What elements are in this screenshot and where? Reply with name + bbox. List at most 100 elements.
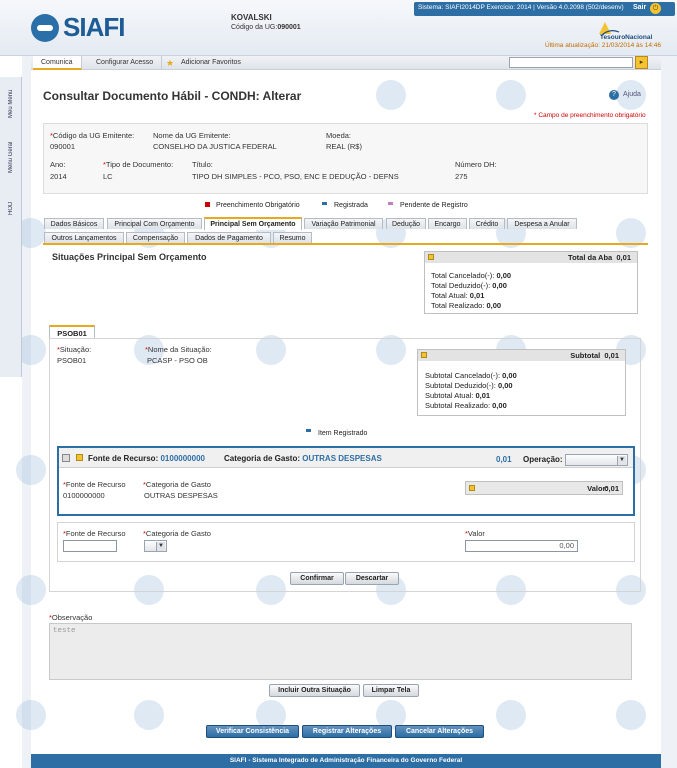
siafi-logo: SIAFI: [63, 12, 125, 42]
moeda-label: Moeda:: [326, 131, 352, 140]
tab-compensacao[interactable]: Compensação: [126, 232, 185, 243]
item-fonte: Fonte de Recurso: 0100000000: [88, 454, 205, 463]
sidebar-item-label: Menu Geral: [8, 141, 14, 173]
tab-deducao[interactable]: Dedução: [386, 218, 426, 229]
new-categoria-select[interactable]: ▼: [144, 540, 167, 552]
nome-ug-label: Nome da UG Emitente:: [153, 131, 231, 140]
total-aba-value: 0,01: [616, 253, 631, 262]
menu-adicionar-favoritos[interactable]: Adicionar Favoritos: [173, 56, 249, 70]
menu-configurar-acesso[interactable]: Configurar Acesso: [88, 56, 163, 70]
detail-fonte-value: 0100000000: [63, 491, 105, 500]
observacao-label: *Observação: [49, 613, 93, 622]
siafi-watermark-icon: [496, 80, 526, 110]
valor-box-value: 0,01: [604, 484, 619, 493]
limpar-tela-button[interactable]: Limpar Tela: [363, 684, 419, 697]
situacao-value: PSOB01: [57, 356, 87, 365]
tab-dados-basicos[interactable]: Dados Básicos: [44, 218, 104, 229]
new-fonte-label: *Fonte de Recurso: [63, 529, 126, 538]
subtotal-header: Subtotal 0,01: [418, 350, 625, 361]
cancelar-alteracoes-button[interactable]: Cancelar Alterações: [395, 725, 484, 738]
tab-encargo[interactable]: Encargo: [428, 218, 467, 229]
expand-icon[interactable]: [76, 454, 83, 461]
total-atual: Total Atual: 0,01: [431, 291, 485, 300]
tab-outros-lancamentos[interactable]: Outros Lançamentos: [44, 232, 124, 243]
item-registrado-legend: Item Registrado: [318, 430, 368, 437]
last-update: Última atualização: 21/03/2014 às 14:46: [545, 42, 661, 49]
siafi-watermark-icon: [16, 700, 46, 730]
logout-icon[interactable]: ⏻: [650, 3, 661, 14]
new-categoria-label: *Categoria de Gasto: [143, 529, 211, 538]
tab-variacao-patrimonial[interactable]: Variação Patrimonial: [304, 218, 383, 229]
total-aba-lines: Total Cancelado(-): 0,00 Total Deduzido(…: [425, 263, 637, 311]
section-title: Situações Principal Sem Orçamento: [52, 252, 207, 262]
item-checkbox[interactable]: [62, 454, 70, 462]
numero-dh-label: Número DH:: [455, 160, 497, 169]
tab-resumo[interactable]: Resumo: [273, 232, 312, 243]
observacao-textarea[interactable]: teste: [49, 623, 632, 680]
tab-despesa-anular[interactable]: Despesa a Anular: [507, 218, 577, 229]
search-go-button[interactable]: ▸: [635, 56, 648, 69]
total-realizado: Total Realizado: 0,00: [431, 301, 502, 310]
ano-value: 2014: [50, 172, 67, 181]
sidebar-item-hod[interactable]: HOD: [3, 186, 19, 230]
new-valor-input[interactable]: 0,00: [465, 540, 578, 552]
tab-credito[interactable]: Crédito: [469, 218, 505, 229]
collapse-icon[interactable]: [428, 254, 434, 260]
sidebar-item-label: Meu Menu: [8, 89, 14, 119]
titulo-value: TIPO DH SIMPLES - PCO, PSO, ENC E DEDUÇÃ…: [192, 172, 399, 181]
collapse-icon[interactable]: [421, 352, 427, 358]
ug-emitente-value: 090001: [50, 142, 76, 151]
item-categoria: Categoria de Gasto: OUTRAS DESPESAS: [224, 454, 382, 463]
help-icon[interactable]: ?: [609, 90, 619, 100]
tab-principal-com-orcamento[interactable]: Principal Com Orçamento: [107, 218, 202, 229]
ug-code: Código da UG:090001: [231, 24, 301, 31]
right-gutter: [661, 56, 677, 768]
tab-psob01[interactable]: PSOB01: [49, 325, 95, 338]
siafi-watermark-icon: [134, 700, 164, 730]
subtotal-cancelado: Subtotal Cancelado(-): 0,00: [425, 371, 517, 380]
left-gutter: [22, 56, 31, 768]
subtotal-box: Subtotal 0,01 Subtotal Cancelado(-): 0,0…: [417, 349, 626, 416]
legend-obrigatorio: Preenchimento Obrigatório: [216, 202, 300, 209]
search-input[interactable]: [509, 57, 633, 68]
total-aba-title: Total da Aba: [568, 253, 613, 262]
tab-principal-sem-orcamento[interactable]: Principal Sem Orçamento: [204, 217, 302, 230]
new-fonte-input[interactable]: [63, 540, 117, 552]
chevron-down-icon: ▼: [156, 542, 165, 551]
sidebar-item-meu-menu[interactable]: Meu Menu: [3, 80, 19, 128]
siafi-watermark-icon: [16, 575, 46, 605]
legend-registrada-icon: [322, 202, 327, 205]
siafi-watermark-icon: [496, 700, 526, 730]
new-valor-label: *Valor: [465, 529, 485, 538]
siafi-watermark-icon: [616, 700, 646, 730]
situacao-label: *Situação:: [57, 345, 92, 354]
total-deduzido: Total Deduzido(-): 0,00: [431, 281, 507, 290]
ug-code-label: Código da UG:: [231, 24, 278, 31]
operacao-select[interactable]: ▼: [565, 454, 628, 466]
sidebar-item-menu-geral[interactable]: Menu Geral: [3, 132, 19, 182]
tab-dados-pagamento[interactable]: Dados de Pagamento: [187, 232, 271, 243]
total-aba-box: Total da Aba 0,01 Total Cancelado(-): 0,…: [424, 251, 638, 314]
help-link[interactable]: Ajuda: [623, 91, 641, 98]
legend-pendente-icon: [388, 202, 393, 205]
subtotal-atual: Subtotal Atual: 0,01: [425, 391, 491, 400]
subtotal-title: Subtotal: [570, 351, 601, 360]
siafi-watermark-icon: [16, 455, 46, 485]
logout-link[interactable]: Sair: [633, 4, 646, 11]
registrar-alteracoes-button[interactable]: Registrar Alterações: [302, 725, 392, 738]
collapse-icon[interactable]: [469, 485, 475, 491]
ano-label: Ano:: [50, 160, 66, 169]
titulo-label: Título:: [192, 160, 213, 169]
siafi-watermark-icon: [376, 80, 406, 110]
required-note: * Campo de preenchimento obrigatório: [534, 112, 646, 119]
detail-categoria-label: *Categoria de Gasto: [143, 480, 211, 489]
moeda-value: REAL (R$): [326, 142, 362, 151]
subtotal-lines: Subtotal Cancelado(-): 0,00 Subtotal Ded…: [418, 361, 625, 411]
item-valor: 0,01: [496, 455, 512, 464]
incluir-outra-situacao-button[interactable]: Incluir Outra Situação: [269, 684, 360, 697]
verificar-consistencia-button[interactable]: Verificar Consistência: [206, 725, 299, 738]
menu-comunica[interactable]: Comunica: [33, 56, 82, 70]
discard-button[interactable]: Descartar: [345, 572, 399, 585]
tipo-doc-label: *Tipo de Documento:: [103, 160, 174, 169]
confirm-button[interactable]: Confirmar: [290, 572, 344, 585]
